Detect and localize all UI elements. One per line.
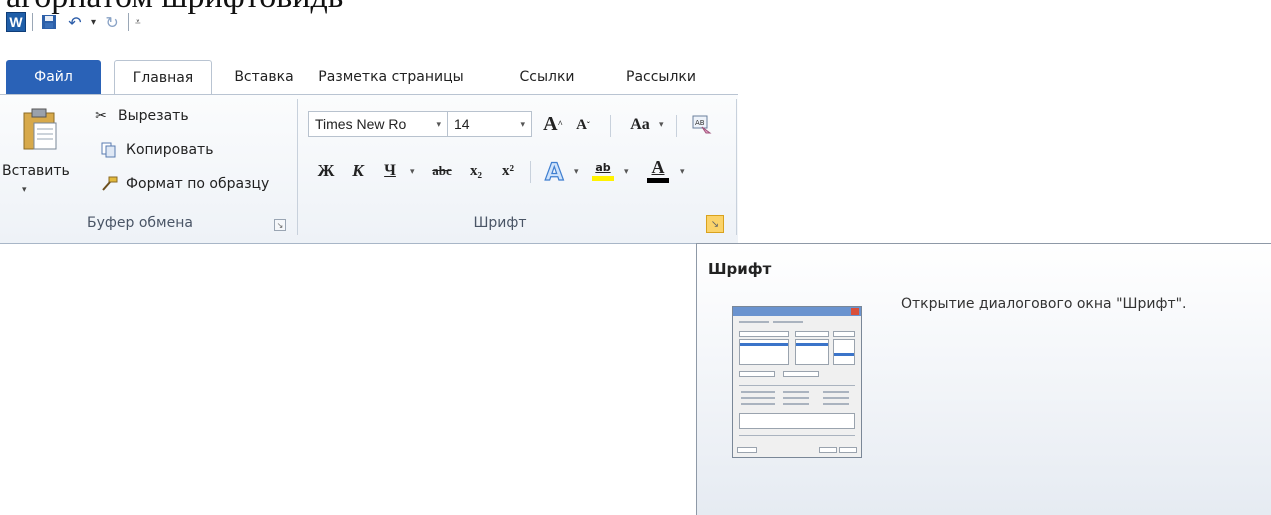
group-separator	[736, 99, 737, 235]
tab-mailings[interactable]: Рассылки	[616, 60, 706, 94]
change-case-dropdown-icon[interactable]: ▾	[659, 120, 664, 130]
redo-icon[interactable]: ↻	[102, 12, 122, 32]
highlight-button[interactable]: ab	[588, 157, 618, 185]
font-color-label: A	[651, 156, 665, 177]
group-separator	[297, 99, 298, 235]
undo-dropdown-icon[interactable]: ▾	[91, 17, 96, 28]
tooltip-title: Шрифт	[708, 260, 772, 278]
highlight-dropdown-icon[interactable]: ▾	[624, 167, 629, 177]
scissors-icon: ✂	[95, 108, 107, 124]
copy-label: Копировать	[126, 142, 214, 158]
cut-button[interactable]: ✂ Вырезать	[92, 105, 189, 127]
font-name-combobox[interactable]: Times New Ro ▾	[308, 111, 448, 137]
tab-references[interactable]: Ссылки	[512, 60, 582, 94]
font-group-label: Шрифт	[473, 215, 527, 231]
save-icon[interactable]	[39, 12, 59, 32]
bold-button[interactable]: Ж	[314, 159, 338, 183]
word-logo-icon[interactable]: W	[6, 12, 26, 32]
highlight-label: ab	[595, 161, 611, 174]
clipboard-dialog-launcher-icon[interactable]: ↘	[274, 219, 286, 231]
font-dialog-tooltip: Шрифт Открытие диалогового окна "Шрифт".	[696, 243, 1271, 515]
font-dialog-preview-image	[732, 306, 862, 458]
copy-button[interactable]: Копировать	[100, 139, 213, 161]
font-size-dropdown-icon[interactable]: ▾	[520, 119, 525, 130]
text-effects-dropdown-icon[interactable]: ▾	[574, 167, 579, 177]
strikethrough-button[interactable]: abc	[426, 159, 458, 183]
font-color-bar	[647, 177, 669, 183]
font-name-value: Times New Ro	[315, 116, 407, 132]
underline-button[interactable]: Ч	[378, 159, 402, 183]
font-color-dropdown-icon[interactable]: ▾	[680, 167, 685, 177]
cut-label: Вырезать	[118, 108, 189, 124]
paste-button[interactable]: Вставить	[2, 163, 70, 179]
tab-insert[interactable]: Вставка	[222, 60, 306, 94]
format-painter-icon	[100, 175, 118, 193]
clear-formatting-icon[interactable]: AB	[688, 111, 714, 137]
svg-text:A: A	[545, 158, 564, 184]
copy-icon	[100, 141, 118, 159]
tab-page-layout[interactable]: Разметка страницы	[310, 60, 472, 94]
qat-separator	[32, 13, 33, 31]
undo-icon[interactable]: ↶	[65, 12, 85, 32]
format-painter-button[interactable]: Формат по образцу	[100, 173, 269, 195]
clipboard-group-label: Буфер обмена	[87, 215, 193, 231]
font-color-button[interactable]: A	[644, 155, 672, 185]
superscript-button[interactable]: x²	[494, 159, 522, 183]
qat-separator	[128, 13, 130, 31]
text-effects-icon[interactable]: A	[540, 157, 570, 185]
italic-button[interactable]: К	[346, 159, 370, 183]
grow-font-button[interactable]: A ^	[540, 111, 566, 137]
underline-dropdown-icon[interactable]: ▾	[410, 167, 415, 177]
shrink-font-button[interactable]: Aˇ	[570, 113, 596, 137]
change-case-label: Aa	[630, 116, 650, 133]
tab-home[interactable]: Главная	[114, 60, 212, 94]
font-name-dropdown-icon[interactable]: ▾	[436, 119, 441, 130]
grow-font-label: A	[543, 112, 558, 135]
svg-text:AB: AB	[695, 119, 705, 127]
customize-qat-icon[interactable]: ⩡	[135, 17, 141, 28]
format-painter-label: Формат по образцу	[126, 176, 270, 192]
quick-access-toolbar: W ↶ ▾ ↻ ⩡	[6, 10, 141, 34]
font-size-value: 14	[454, 116, 470, 132]
font-size-combobox[interactable]: 14 ▾	[448, 111, 532, 137]
font-separator	[676, 115, 677, 137]
tooltip-description: Открытие диалогового окна "Шрифт".	[901, 296, 1187, 312]
highlight-color-bar	[592, 176, 614, 181]
ribbon-tabs: Файл Главная Вставка Разметка страницы С…	[6, 60, 736, 94]
ribbon-home: Вставить ▾ ✂ Вырезать Копировать Формат …	[0, 94, 738, 244]
font-dialog-launcher-icon[interactable]: ↘	[706, 215, 724, 233]
font-separator	[530, 161, 531, 183]
change-case-button[interactable]: Aa	[622, 113, 658, 137]
font-separator	[610, 115, 611, 137]
tab-file[interactable]: Файл	[6, 60, 101, 94]
paste-dropdown-icon[interactable]: ▾	[22, 185, 27, 195]
paste-icon[interactable]	[20, 107, 60, 151]
subscript-button[interactable]: x₂	[462, 159, 490, 183]
shrink-font-label: A	[576, 116, 587, 133]
